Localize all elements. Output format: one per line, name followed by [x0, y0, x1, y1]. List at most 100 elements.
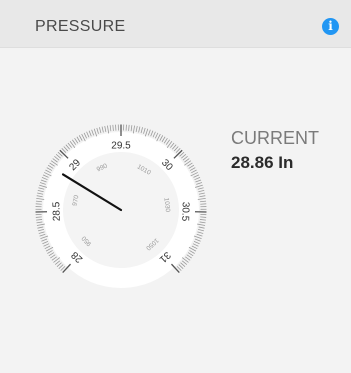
gauge-tick: [181, 260, 188, 265]
gauge-tick: [195, 179, 202, 183]
gauge-tick: [199, 195, 206, 198]
gauge-tick: [192, 243, 199, 247]
gauge-tick: [143, 127, 146, 134]
gauge-outer-label: 28.5: [51, 201, 62, 221]
gauge-tick: [56, 262, 62, 267]
gauge-tick: [171, 144, 177, 150]
gauge-tick: [39, 182, 46, 185]
gauge-tick: [55, 153, 61, 159]
gauge-tick: [37, 229, 44, 232]
gauge-tick: [165, 139, 171, 145]
gauge-tick: [43, 243, 50, 247]
gauge-tick: [189, 250, 195, 254]
gauge-tick: [132, 125, 135, 134]
gauge-tick: [185, 256, 191, 261]
gauge-outer-label: 29.5: [111, 141, 131, 152]
pressure-widget: PRESSURE i 28 28.5 29 29.5 30 30.5 31 950 970 99…: [0, 0, 351, 373]
gauge-tick: [36, 219, 43, 221]
gauge-tick: [47, 250, 53, 254]
gauge-tick: [199, 219, 206, 221]
gauge-tick: [40, 179, 47, 183]
gauge-tick: [184, 158, 190, 163]
gauge-tick: [196, 182, 203, 185]
gauge-tick: [45, 169, 51, 174]
gauge-tick: [65, 144, 71, 150]
gauge-tick: [197, 231, 204, 234]
gauge-tick: [197, 223, 206, 226]
gauge-tick: [48, 252, 55, 257]
gauge-outer-label: 30.5: [179, 202, 190, 222]
gauge-tick: [39, 184, 47, 188]
gauge-tick: [181, 153, 187, 159]
gauge-tick: [189, 167, 196, 171]
gauge-tick: [36, 223, 45, 226]
gauge-tick: [199, 221, 206, 224]
gauge-tick: [40, 235, 49, 240]
gauge-tick: [200, 200, 207, 203]
gauge-tick: [107, 125, 110, 134]
gauge-tick: [135, 125, 138, 133]
current-value: 28.86 In: [231, 153, 294, 172]
gauge-tick: [93, 128, 98, 137]
gauge-tick: [161, 136, 166, 143]
gauge-tick: [187, 252, 194, 257]
gauge-tick: [147, 129, 151, 136]
gauge-tick: [39, 233, 46, 237]
gauge-tick: [180, 262, 186, 267]
gauge-tick: [41, 238, 48, 242]
gauge-tick: [188, 164, 195, 169]
gauge-tick: [173, 146, 179, 152]
gauge-tick: [44, 245, 51, 250]
gauge-tick: [67, 142, 72, 148]
gauge-tick: [49, 162, 55, 167]
gauge-tick: [38, 187, 45, 190]
gauge-tick: [198, 192, 205, 195]
gauge-tick: [46, 167, 53, 171]
gauge-tick: [42, 174, 49, 178]
gauge-tick: [88, 130, 92, 137]
gauge-tick: [99, 127, 102, 134]
gauge-tick: [130, 125, 133, 132]
gauge-tick: [194, 177, 201, 181]
gauge-tick: [144, 128, 149, 137]
gauge-tick: [196, 233, 203, 237]
gauge-tick: [109, 125, 112, 132]
gauge-tick: [193, 235, 202, 240]
gauge-tick: [104, 125, 107, 133]
gauge-tick: [71, 139, 77, 145]
gauge-tick: [198, 226, 205, 229]
gauge-tick: [35, 216, 42, 218]
gauge-tick: [186, 254, 192, 259]
gauge-tick: [63, 146, 69, 152]
gauge-tick: [52, 158, 58, 163]
gauge-tick: [154, 132, 159, 139]
gauge-tick: [91, 129, 95, 136]
gauge-tick: [138, 126, 141, 133]
gauge-tick: [36, 198, 45, 200]
gauge-tick: [42, 241, 49, 245]
gauge-tick: [37, 192, 44, 195]
gauge-tick: [54, 156, 60, 161]
gauge-tick: [101, 126, 104, 133]
gauge-tick: [152, 131, 156, 138]
gauge-tick: [76, 136, 81, 143]
gauge-tick: [36, 221, 43, 224]
gauge-tick: [163, 137, 168, 144]
gauge-tick: [193, 174, 200, 178]
gauge-tick: [78, 135, 83, 141]
gauge-tick: [194, 238, 201, 242]
gauge-tick: [74, 137, 79, 144]
gauge-tick: [140, 127, 143, 134]
gauge-tick: [195, 184, 203, 188]
gauge-tick: [197, 187, 204, 190]
gauge-tick: [191, 245, 198, 250]
gauge-tick: [37, 226, 44, 229]
gauge-tick: [50, 254, 56, 259]
current-label: CURRENT: [231, 128, 319, 148]
gauge-tick: [182, 156, 188, 161]
gauge-tick: [51, 256, 57, 261]
gauge-tick: [150, 130, 154, 137]
gauge-tick: [54, 260, 61, 265]
gauge-tick: [83, 132, 88, 139]
gauge-tick: [96, 127, 99, 134]
